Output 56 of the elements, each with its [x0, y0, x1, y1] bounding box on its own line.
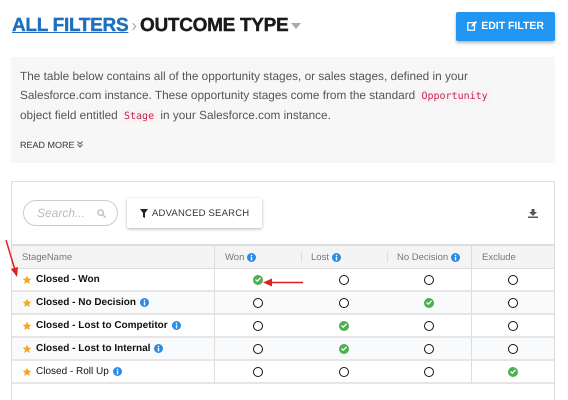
- arrow-annotation: [5, 240, 19, 277]
- download-icon[interactable]: [528, 208, 538, 218]
- radio-button[interactable]: [424, 344, 434, 354]
- radio-button[interactable]: [339, 274, 349, 284]
- breadcrumb-separator: ›: [131, 16, 137, 36]
- column-header: Exclude: [482, 252, 516, 262]
- star-icon: [22, 298, 32, 308]
- stage-name: Closed - Lost to Internal: [36, 343, 150, 354]
- radio-button[interactable]: [339, 366, 349, 376]
- star-icon: [22, 274, 32, 284]
- check-circle-icon[interactable]: [339, 320, 349, 330]
- search-field[interactable]: Search...: [23, 200, 118, 226]
- check-circle-icon[interactable]: [424, 298, 434, 308]
- description-text: The table below contains all of the opportunity stages, or sales stages, defined in your Salesforce.com instance. These opportunity stages come from the standard Opportunity object field entitled Stage in your Salesforce.com instance.: [20, 67, 502, 126]
- stage-name: Closed - No Decision: [36, 297, 136, 308]
- radio-button[interactable]: [508, 320, 518, 330]
- info-icon[interactable]: [140, 298, 150, 307]
- radio-button[interactable]: [253, 298, 263, 308]
- check-circle-icon[interactable]: [253, 274, 263, 284]
- column-header: StageName: [22, 252, 72, 262]
- star-icon: [22, 344, 32, 354]
- info-icon[interactable]: [154, 344, 164, 353]
- filter-icon: [140, 208, 148, 218]
- radio-button[interactable]: [508, 298, 518, 308]
- advanced-search-button[interactable]: ADVANCED SEARCH: [127, 198, 262, 228]
- stage-name: Closed - Lost to Competitor: [36, 320, 168, 331]
- radio-button[interactable]: [339, 298, 349, 308]
- radio-button[interactable]: [508, 274, 518, 284]
- search-input[interactable]: Search...: [37, 206, 97, 220]
- edit-icon: [467, 21, 478, 31]
- info-icon[interactable]: [247, 252, 256, 262]
- check-circle-icon[interactable]: [339, 344, 349, 354]
- star-icon: [22, 320, 32, 330]
- info-icon[interactable]: [112, 367, 122, 376]
- info-icon[interactable]: [172, 321, 181, 330]
- radio-button[interactable]: [253, 320, 263, 330]
- radio-button[interactable]: [253, 366, 263, 376]
- star-icon: [22, 366, 32, 376]
- column-header: Lost: [311, 252, 329, 262]
- double-chevron-icon: [76, 141, 83, 148]
- column-header: Won: [225, 252, 244, 262]
- radio-button[interactable]: [508, 344, 518, 354]
- arrow-annotation: [263, 278, 303, 287]
- column-header: No Decision: [397, 252, 448, 262]
- radio-button[interactable]: [424, 366, 434, 376]
- radio-button[interactable]: [253, 344, 263, 354]
- info-icon[interactable]: [451, 252, 460, 262]
- read-more-link[interactable]: READ MORE: [20, 140, 83, 150]
- stage-name: Closed - Roll Up: [36, 366, 109, 377]
- info-icon[interactable]: [332, 252, 341, 262]
- radio-button[interactable]: [424, 274, 434, 284]
- page-title: OUTCOME TYPE: [140, 15, 288, 37]
- radio-button[interactable]: [424, 320, 434, 330]
- check-circle-icon[interactable]: [508, 366, 518, 376]
- breadcrumb-link[interactable]: ALL FILTERS: [12, 15, 128, 37]
- stage-name: Closed - Won: [36, 274, 100, 285]
